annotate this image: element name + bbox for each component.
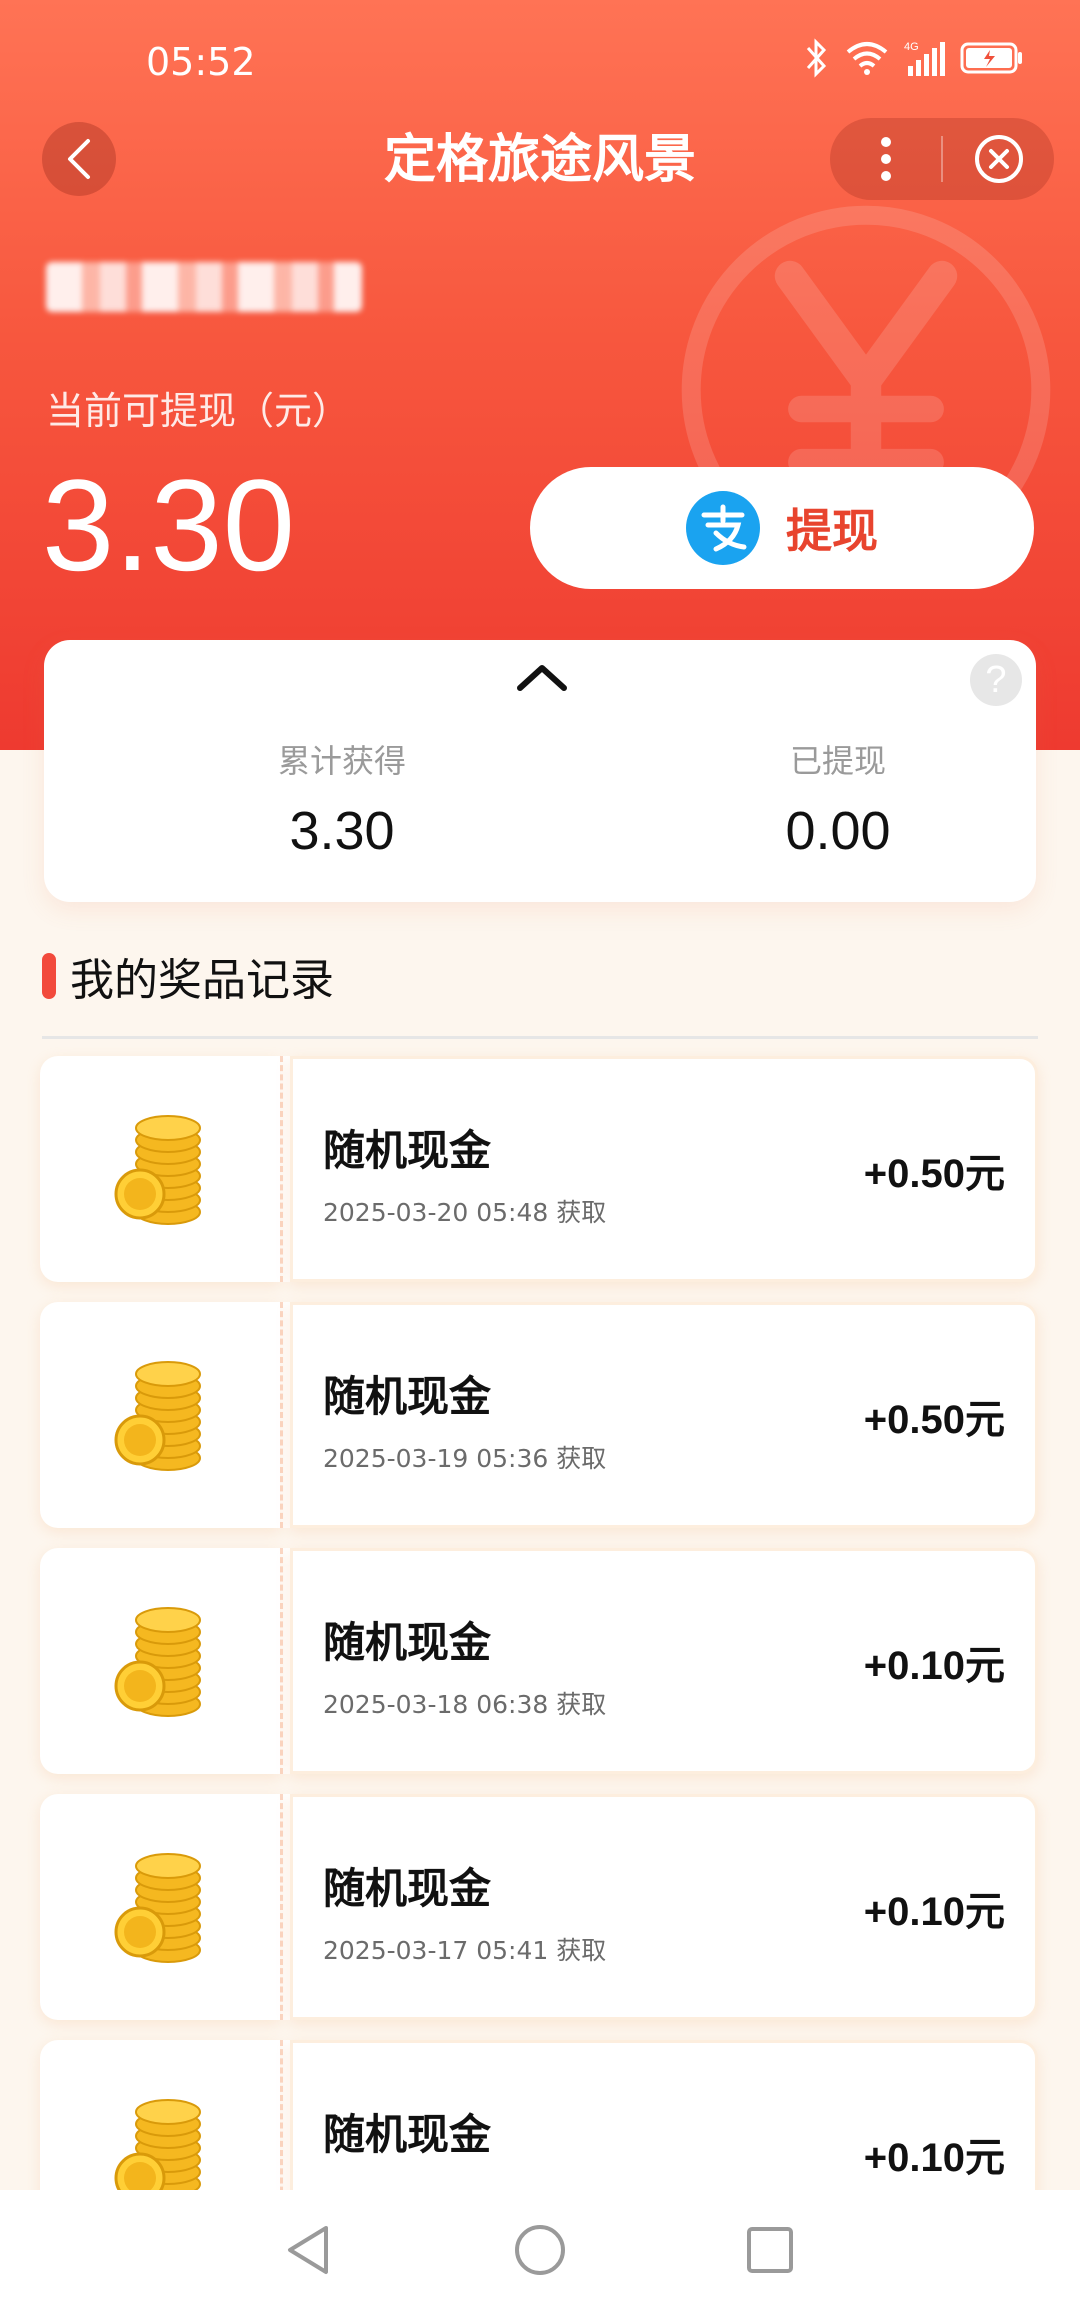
- stat-withdrawn-label: 已提现: [789, 742, 886, 780]
- ticket-perforation: [280, 1056, 290, 1282]
- system-navigation-bar: [0, 2190, 1080, 2310]
- stat-earned: 累计获得 3.30: [142, 736, 542, 862]
- record-icon-area: [40, 1548, 280, 1774]
- stat-withdrawn-value: 0.00: [785, 801, 891, 861]
- svg-text:4G: 4G: [904, 41, 919, 53]
- stat-earned-label: 累计获得: [277, 742, 406, 780]
- record-time: 2025-03-18 06:38 获取: [323, 1690, 607, 1719]
- record-time: 2025-03-20 05:48 获取: [323, 1198, 607, 1227]
- record-amount: +0.10元: [863, 1644, 1005, 1688]
- mini-program-capsule: [830, 118, 1054, 200]
- list-item[interactable]: 随机现金 2025-03-18 06:38 获取 +0.10元: [40, 1548, 1038, 1774]
- gold-coin-stack-icon: [114, 1853, 201, 1963]
- record-title: 随机现金: [323, 1864, 492, 1913]
- record-amount: +0.10元: [863, 2136, 1005, 2180]
- gold-coin-stack-icon: [114, 1361, 201, 1471]
- record-title: 随机现金: [323, 1618, 492, 1667]
- record-details: 随机现金 2025-03-17 05:41 获取 +0.10元: [290, 1794, 1038, 2020]
- record-details: 随机现金 2025-03-20 05:48 获取 +0.50元: [290, 1056, 1038, 1282]
- record-icon-area: [40, 1794, 280, 2020]
- withdraw-button-label: 提现: [786, 504, 878, 558]
- record-time: 2025-03-19 05:36 获取: [323, 1444, 607, 1473]
- more-button[interactable]: [830, 118, 941, 200]
- record-time: 2025-03-17 05:41 获取: [323, 1936, 607, 1965]
- signal-icon: 4G: [904, 41, 945, 76]
- record-details: 随机现金 2025-03-18 06:38 获取 +0.10元: [290, 1548, 1038, 1774]
- stats-card: ? 累计获得 3.30 已提现 0.00: [44, 640, 1036, 902]
- record-details: 随机现金 2025-03-19 05:36 获取 +0.50元: [290, 1302, 1038, 1528]
- record-icon-area: [40, 1056, 280, 1282]
- record-icon-area: [40, 1302, 280, 1528]
- hero-header: [0, 0, 1080, 750]
- balance-amount: 3.30: [42, 452, 296, 598]
- record-amount: +0.50元: [863, 1398, 1005, 1442]
- record-amount: +0.50元: [863, 1152, 1005, 1196]
- record-title: 随机现金: [323, 1126, 492, 1175]
- record-title: 随机现金: [323, 1372, 492, 1421]
- battery-icon: [960, 42, 1022, 74]
- status-time: 05:52: [146, 40, 256, 84]
- list-item[interactable]: 随机现金 2025-03-20 05:48 获取 +0.50元: [40, 1056, 1038, 1282]
- withdrawable-label: 当前可提现（元）: [46, 389, 351, 433]
- section-title-text: 我的奖品记录: [70, 955, 334, 1006]
- circle-home-icon: [515, 2225, 565, 2275]
- gold-coin-stack-icon: [114, 1115, 201, 1225]
- section-accent-bar: [42, 953, 56, 999]
- list-item[interactable]: 随机现金 2025-03-17 05:41 获取 +0.10元: [40, 1794, 1038, 2020]
- square-recents-icon: [747, 2227, 793, 2273]
- record-title: 随机现金: [323, 2110, 492, 2159]
- status-bar: 05:52 4G: [0, 0, 1080, 110]
- triangle-back-icon: [288, 2226, 328, 2274]
- status-icons: 4G: [804, 38, 1024, 78]
- wifi-icon: [846, 42, 888, 75]
- close-circle-icon: [974, 135, 1023, 183]
- blurred-username: [46, 262, 362, 312]
- record-amount: +0.10元: [863, 1890, 1005, 1934]
- ticket-perforation: [280, 1548, 290, 1774]
- nav-home-button[interactable]: [504, 2214, 576, 2286]
- nav-back-button[interactable]: [272, 2214, 344, 2286]
- divider: [42, 1036, 1038, 1039]
- ticket-perforation: [280, 1794, 290, 2020]
- stat-earned-value: 3.30: [289, 801, 395, 861]
- ticket-perforation: [280, 1302, 290, 1528]
- chevron-up-icon[interactable]: [514, 660, 570, 694]
- section-title: 我的奖品记录: [42, 944, 334, 1008]
- prize-record-list: 随机现金 2025-03-20 05:48 获取 +0.50元 随机现金 202…: [40, 1056, 1038, 2286]
- gold-coin-stack-icon: [114, 1607, 201, 1717]
- help-icon[interactable]: ?: [970, 654, 1022, 706]
- bluetooth-icon: [806, 38, 827, 78]
- more-vertical-icon: [880, 137, 891, 181]
- withdraw-button[interactable]: 提现: [530, 467, 1034, 589]
- nav-recents-button[interactable]: [734, 2214, 806, 2286]
- close-button[interactable]: [943, 118, 1054, 200]
- stat-withdrawn: 已提现 0.00: [638, 736, 1038, 862]
- list-item[interactable]: 随机现金 2025-03-19 05:36 获取 +0.50元: [40, 1302, 1038, 1528]
- alipay-icon: [686, 491, 760, 565]
